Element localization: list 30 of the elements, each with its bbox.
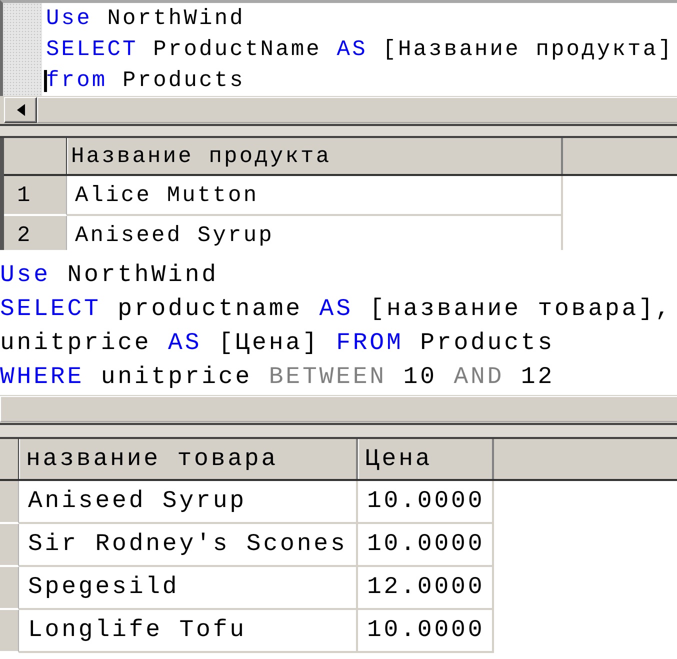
row-header-cell[interactable] xyxy=(0,524,19,567)
column-header[interactable]: название товара xyxy=(19,439,358,479)
table-cell: 10.0000 xyxy=(358,481,494,524)
splitter-bar[interactable] xyxy=(0,124,677,138)
code-line: SELECT productname AS [название товара], xyxy=(0,296,672,323)
code-line: Use NorthWind xyxy=(46,6,245,31)
table-cell: Longlife Tofu xyxy=(19,610,358,653)
code-line: SELECT ProductName AS [Название продукта] xyxy=(46,37,674,62)
column-header[interactable]: Название продукта xyxy=(67,138,563,174)
code-line: Use NorthWind xyxy=(0,262,218,289)
left-arrow-icon xyxy=(16,104,24,116)
table-cell: Spegesild xyxy=(19,567,358,610)
code-line: WHERE unitprice BETWEEN 10 AND 12 xyxy=(0,364,555,391)
code-editor[interactable]: Use NorthWind SELECT ProductName AS [Название продукта] from Products xyxy=(0,0,677,96)
column-header[interactable]: Цена xyxy=(358,439,494,479)
scroll-left-button[interactable] xyxy=(4,97,37,123)
row-header-cell[interactable] xyxy=(0,567,19,610)
code-line: unitprice AS [Цена] FROM Products xyxy=(0,330,555,357)
table-cell: Sir Rodney's Scones xyxy=(19,524,358,567)
row-header-cell[interactable]: 2 xyxy=(4,216,67,250)
table-cell: 12.0000 xyxy=(358,567,494,610)
table-cell: 10.0000 xyxy=(358,610,494,653)
splitter-bar[interactable] xyxy=(0,423,677,439)
table-cell: Alice Mutton xyxy=(67,176,563,216)
row-header-cell[interactable] xyxy=(0,610,19,653)
row-header-cell[interactable]: 1 xyxy=(4,176,67,216)
row-header-cell[interactable] xyxy=(0,481,19,524)
code-line: from Products xyxy=(46,68,245,93)
table-cell: Aniseed Syrup xyxy=(19,481,358,524)
table-cell: 10.0000 xyxy=(358,524,494,567)
